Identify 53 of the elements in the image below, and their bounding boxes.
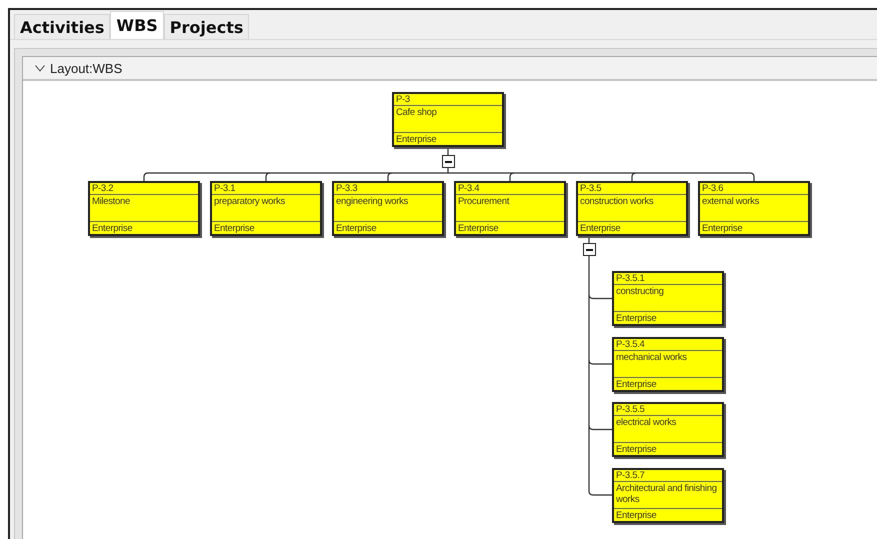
node-name: constructing [615,285,665,299]
node-owner: Enterprise [700,221,808,234]
minus-icon [586,248,593,250]
node-owner: Enterprise [90,221,198,234]
node-name: construction works [579,195,654,209]
node-owner: Enterprise [578,221,686,234]
wbs-node[interactable]: P-3.3 engineering works Enterprise [332,181,444,236]
node-owner: Enterprise [334,221,442,234]
node-code: P-3.5.7 [614,470,722,482]
node-code: P-3.5.4 [614,338,722,350]
wbs-node[interactable]: P-3.1 preparatory works Enterprise [210,181,322,236]
node-owner: Enterprise [614,508,722,520]
collapse-button[interactable] [442,155,455,168]
node-code: P-3.5.5 [614,404,722,416]
node-name: external works [701,195,760,209]
node-name: Cafe shop [395,106,438,120]
node-code: P-3.1 [212,183,320,195]
tab[interactable]: WBS [110,11,164,39]
node-name: engineering works [335,195,409,209]
node-code: P-3.6 [700,183,808,195]
node-name: Architectural and finishing works [615,482,718,506]
wbs-node[interactable]: P-3.5.5 electrical works Enterprise [612,402,724,457]
wbs-node[interactable]: P-3.5.4 mechanical works Enterprise [612,336,724,392]
tab[interactable]: Activities [14,14,110,39]
node-code: P-3.4 [456,183,564,195]
node-name: electrical works [615,416,678,430]
node-owner: Enterprise [614,311,722,324]
minus-icon [445,160,452,162]
node-owner: Enterprise [212,221,320,234]
panel-header[interactable]: Layout:WBS [23,57,877,81]
wbs-node[interactable]: P-3.5.1 constructing Enterprise [612,271,724,326]
panel-title: Layout:WBS [50,60,122,76]
node-name: mechanical works [615,350,688,364]
node-name: preparatory works [213,195,286,209]
node-owner: Enterprise [394,132,502,145]
node-name: Milestone [91,195,131,209]
wbs-node[interactable]: P-3.5 construction works Enterprise [576,181,688,236]
node-code: P-3.5.1 [614,273,722,285]
node-name: Procurement [457,195,510,209]
node-code: P-3.2 [90,183,198,195]
node-code: P-3.5 [578,183,686,195]
node-owner: Enterprise [614,442,722,455]
node-owner: Enterprise [456,221,564,234]
wbs-node[interactable]: P-3.5.7 Architectural and finishing works Enterprise [612,468,724,522]
node-code: P-3.3 [334,183,442,195]
node-code: P-3 [394,94,502,106]
wbs-node[interactable]: P-3.4 Procurement Enterprise [454,181,566,236]
node-owner: Enterprise [614,376,722,390]
wbs-node[interactable]: P-3 Cafe shop Enterprise [392,92,504,147]
wbs-node[interactable]: P-3.6 external works Enterprise [698,181,810,236]
tab[interactable]: Projects [164,14,250,39]
collapse-button[interactable] [583,243,596,256]
wbs-node[interactable]: P-3.2 Milestone Enterprise [88,181,200,236]
